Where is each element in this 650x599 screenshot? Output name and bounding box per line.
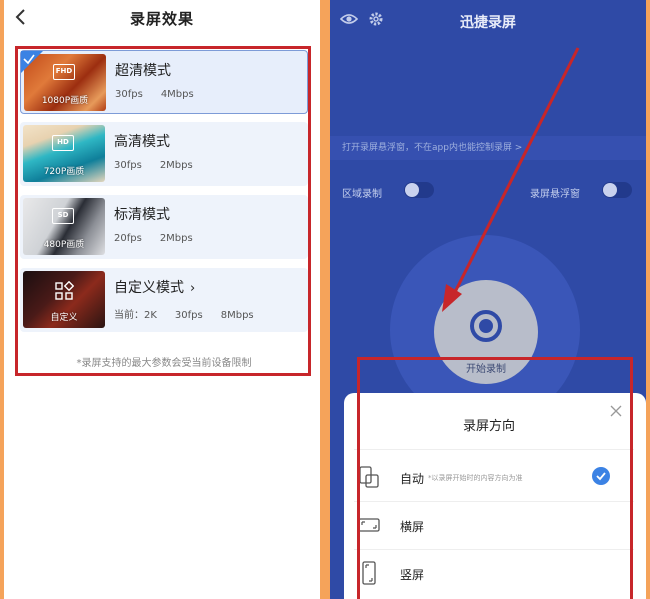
left-header: 录屏效果 (4, 0, 320, 38)
bitrate-value: 2Mbps (159, 233, 193, 244)
orientation-option-auto[interactable]: 自动 *以录屏开始时的内容方向为准 (344, 453, 634, 501)
portrait-icon (362, 561, 376, 585)
quality-option-custom[interactable]: 自定义 自定义模式 › 当前：2K 30fps 8Mbps (20, 268, 308, 332)
quality-thumb-label: 自定义 (50, 313, 78, 323)
quality-option-meta: 30fps 2Mbps (114, 160, 211, 171)
quality-option-title: 标清模式 (114, 207, 170, 223)
close-icon[interactable] (610, 405, 622, 417)
quality-option-title: 自定义模式 › (114, 277, 195, 297)
recorder-home-screen: 迅捷录屏 打开录屏悬浮窗，不在app内也能控制录屏 > 区域录制 录屏悬浮窗 开… (330, 0, 646, 599)
quality-badge: SD (52, 208, 74, 224)
app-title: 迅捷录屏 (460, 15, 516, 31)
region-record-toggle[interactable] (404, 182, 434, 198)
orientation-label: 横屏 (400, 520, 425, 534)
custom-grid-icon (55, 281, 74, 300)
orientation-option-landscape[interactable]: 横屏 (344, 501, 634, 549)
page-title: 录屏效果 (129, 10, 194, 28)
divider (354, 449, 634, 450)
quality-option-meta: 20fps 2Mbps (114, 233, 211, 244)
orientation-sheet: 录屏方向 自动 *以录屏开始时的内容方向为准 横屏 竖屏 (344, 393, 646, 599)
auto-rotate-icon (359, 466, 379, 488)
region-record-label: 区域录制 (342, 189, 382, 200)
start-record-button[interactable]: 开始录制 (434, 280, 538, 384)
fps-value: 30fps (114, 160, 142, 171)
quality-thumbnail: 自定义 (23, 271, 105, 328)
quality-settings-screen: 录屏效果 FHD 1080P画质 超清模式 30fps 4Mbps HD 720P… (4, 0, 320, 599)
chevron-right-icon: › (190, 281, 196, 296)
quality-thumbnail: HD 720P画质 (23, 125, 105, 182)
start-record-label: 开始录制 (466, 364, 506, 375)
quality-option-sd[interactable]: SD 480P画质 标清模式 20fps 2Mbps (20, 195, 308, 259)
custom-mode-title: 自定义模式 (114, 280, 184, 296)
current-resolution: 当前：2K (114, 310, 157, 321)
float-window-toggle[interactable] (602, 182, 632, 198)
record-icon (470, 310, 502, 342)
quality-option-title: 超清模式 (115, 63, 171, 79)
quality-thumbnail: SD 480P画质 (23, 198, 105, 255)
quality-thumb-label: 720P画质 (43, 167, 85, 177)
bitrate-value: 2Mbps (159, 160, 193, 171)
quality-badge: HD (52, 135, 74, 151)
float-window-label: 录屏悬浮窗 (530, 189, 580, 200)
fps-value: 20fps (114, 233, 142, 244)
bitrate-value: 8Mbps (220, 310, 254, 321)
quality-option-hd[interactable]: HD 720P画质 高清模式 30fps 2Mbps (20, 122, 308, 186)
quality-option-fhd[interactable]: FHD 1080P画质 超清模式 30fps 4Mbps (20, 50, 308, 114)
fps-value: 30fps (174, 310, 203, 321)
float-window-tip[interactable]: 打开录屏悬浮窗，不在app内也能控制录屏 > (330, 136, 646, 160)
quality-option-title: 高清模式 (114, 134, 170, 150)
quality-thumb-label: 1080P画质 (41, 96, 89, 106)
sheet-title: 录屏方向 (462, 419, 515, 434)
selected-check-icon (592, 467, 610, 485)
right-header: 迅捷录屏 (330, 0, 646, 44)
orientation-option-portrait[interactable]: 竖屏 (344, 549, 634, 597)
quality-thumb-label: 480P画质 (43, 240, 85, 250)
selected-check-icon (21, 51, 43, 73)
limit-footnote: *录屏支持的最大参数会受当前设备限制 (76, 358, 252, 369)
orientation-label: 竖屏 (400, 568, 425, 582)
orientation-hint: *以录屏开始时的内容方向为准 (428, 474, 523, 482)
quality-badge: FHD (53, 64, 75, 80)
fps-value: 30fps (115, 89, 143, 100)
orientation-label: 自动 (400, 472, 425, 486)
landscape-icon (358, 518, 380, 532)
quality-option-meta: 30fps 4Mbps (115, 89, 212, 100)
bitrate-value: 4Mbps (160, 89, 194, 100)
quality-option-meta: 当前：2K 30fps 8Mbps (114, 306, 272, 321)
